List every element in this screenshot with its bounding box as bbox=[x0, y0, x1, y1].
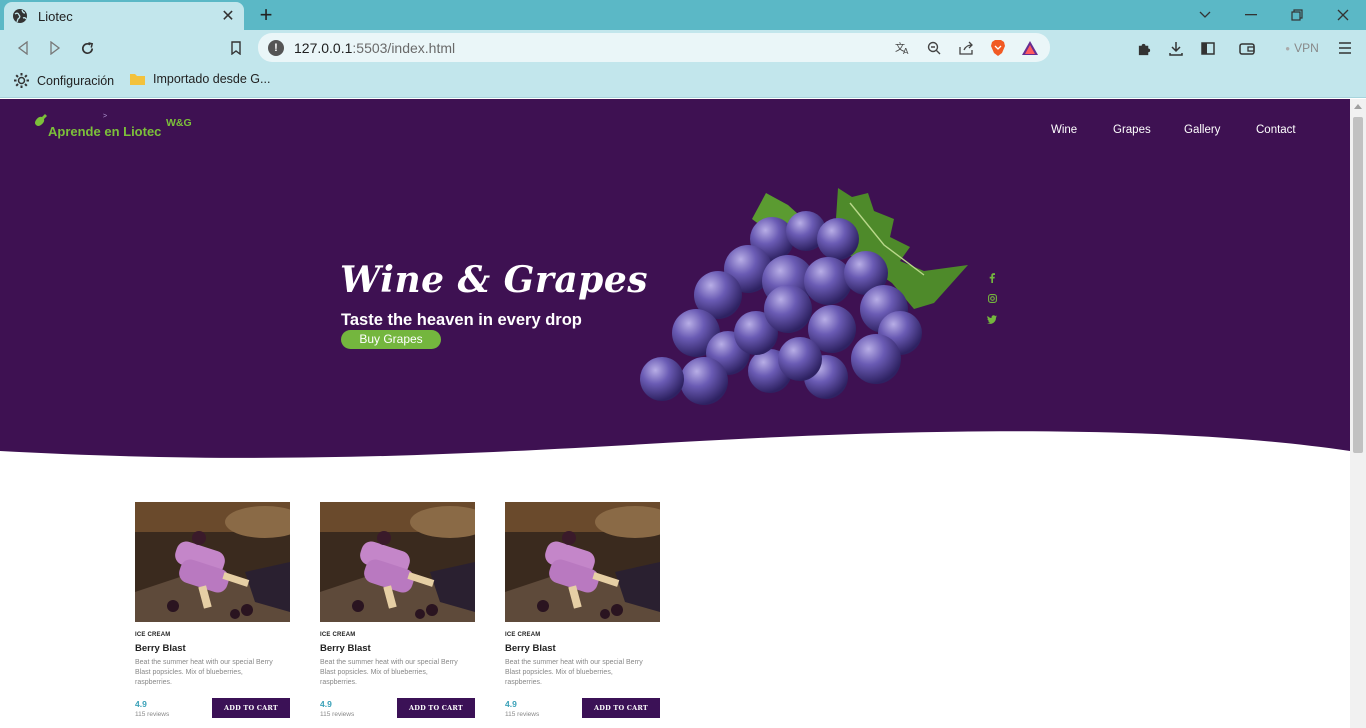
vpn-label: VPN bbox=[1294, 41, 1319, 55]
instagram-icon[interactable] bbox=[986, 292, 998, 305]
reload-icon[interactable] bbox=[76, 37, 98, 59]
social-links bbox=[986, 271, 998, 326]
svg-text:A: A bbox=[903, 47, 909, 55]
add-to-cart-button[interactable]: ADD TO CART bbox=[397, 698, 475, 718]
product-description: Beat the summer heat with our special Be… bbox=[320, 659, 458, 686]
add-to-cart-button[interactable]: ADD TO CART bbox=[212, 698, 290, 718]
page-viewport: > Aprende en Liotec W&G Wine Grapes Gall… bbox=[0, 99, 1350, 728]
site-info-icon[interactable]: ! bbox=[268, 39, 284, 56]
product-name: Berry Blast bbox=[320, 643, 371, 654]
add-to-cart-button[interactable]: ADD TO CART bbox=[582, 698, 660, 718]
product-category: ICE CREAM bbox=[505, 632, 541, 638]
url-host: 127.0.0.1 bbox=[294, 39, 353, 56]
forward-icon[interactable] bbox=[44, 37, 66, 59]
bookmark-importado[interactable]: Importado desde G... bbox=[129, 72, 270, 86]
extensions-icon[interactable] bbox=[1133, 37, 1155, 59]
product-reviews: 115 reviews bbox=[505, 711, 540, 718]
product-rating: 4.9 bbox=[505, 699, 517, 709]
brave-rewards-icon[interactable] bbox=[1020, 38, 1040, 58]
logo-caret: > bbox=[103, 113, 108, 120]
bookmark-icon[interactable] bbox=[225, 37, 247, 59]
tab-title: Liotec bbox=[38, 8, 73, 24]
vpn-button[interactable]: ● VPN bbox=[1282, 37, 1322, 59]
bookmark-configuracion[interactable]: Configuración bbox=[13, 72, 114, 89]
tab-close-icon[interactable]: ✕ bbox=[220, 6, 236, 26]
hero-subtitle: Taste the heaven in every drop bbox=[341, 311, 582, 329]
scroll-up-icon[interactable] bbox=[1354, 104, 1362, 109]
translate-icon[interactable]: 文A bbox=[892, 38, 912, 58]
logo-text: Aprende en Liotec bbox=[48, 124, 162, 139]
minimize-icon[interactable] bbox=[1228, 0, 1274, 30]
tab-search-chevron-icon[interactable] bbox=[1182, 0, 1228, 30]
product-description: Beat the summer heat with our special Be… bbox=[505, 659, 643, 686]
product-image bbox=[505, 502, 660, 622]
brave-shield-icon[interactable] bbox=[988, 38, 1008, 58]
grapes-image bbox=[640, 188, 968, 405]
downloads-icon[interactable] bbox=[1165, 37, 1187, 59]
globe-icon bbox=[13, 9, 27, 23]
product-reviews: 115 reviews bbox=[135, 711, 170, 718]
site-logo[interactable]: > Aprende en Liotec W&G bbox=[34, 113, 214, 143]
url-path: :5503/index.html bbox=[352, 39, 456, 56]
product-image bbox=[320, 502, 475, 622]
twitter-icon[interactable] bbox=[986, 313, 998, 326]
nav-grapes[interactable]: Grapes bbox=[1113, 124, 1151, 136]
zoom-out-icon[interactable] bbox=[924, 38, 944, 58]
bookmark-label: Configuración bbox=[37, 73, 115, 88]
product-name: Berry Blast bbox=[135, 643, 186, 654]
address-bar[interactable]: ! 127.0.0.1:5503/index.html 文A bbox=[258, 33, 1050, 62]
product-card: ICE CREAM Berry Blast Beat the summer he… bbox=[320, 502, 475, 718]
product-reviews: 115 reviews bbox=[320, 711, 355, 718]
hero-title: Wine & Grapes bbox=[340, 259, 648, 301]
browser-toolbar: ! 127.0.0.1:5503/index.html 文A ● VPN bbox=[0, 30, 1366, 66]
product-card: ICE CREAM Berry Blast Beat the summer he… bbox=[505, 502, 660, 718]
nav-wine[interactable]: Wine bbox=[1051, 124, 1077, 136]
menu-icon[interactable] bbox=[1334, 37, 1356, 59]
logo-superscript: W&G bbox=[166, 117, 192, 129]
new-tab-button[interactable]: + bbox=[256, 3, 276, 27]
folder-icon bbox=[129, 72, 146, 86]
bookmarks-bar: Configuración Importado desde G... bbox=[0, 66, 1366, 98]
product-image bbox=[135, 502, 290, 622]
bookmark-label: Importado desde G... bbox=[153, 72, 271, 86]
product-rating: 4.9 bbox=[135, 699, 147, 709]
product-rating: 4.9 bbox=[320, 699, 332, 709]
product-description: Beat the summer heat with our special Be… bbox=[135, 659, 273, 686]
bottle-icon bbox=[35, 114, 47, 126]
facebook-icon[interactable] bbox=[986, 271, 998, 284]
wallet-icon[interactable] bbox=[1236, 37, 1258, 59]
product-name: Berry Blast bbox=[505, 643, 556, 654]
nav-contact[interactable]: Contact bbox=[1256, 124, 1296, 136]
product-category: ICE CREAM bbox=[320, 632, 356, 638]
browser-tab[interactable]: Liotec ✕ bbox=[4, 2, 244, 30]
restore-icon[interactable] bbox=[1274, 0, 1320, 30]
product-card: ICE CREAM Berry Blast Beat the summer he… bbox=[135, 502, 290, 718]
nav-gallery[interactable]: Gallery bbox=[1184, 124, 1220, 136]
close-window-icon[interactable] bbox=[1320, 0, 1366, 30]
buy-grapes-button[interactable]: Buy Grapes bbox=[341, 330, 441, 349]
hero-section: > Aprende en Liotec W&G Wine Grapes Gall… bbox=[0, 99, 1350, 469]
gear-icon bbox=[13, 72, 30, 89]
back-icon[interactable] bbox=[12, 37, 34, 59]
browser-tab-bar: Liotec ✕ + bbox=[0, 0, 1366, 30]
sidebar-icon[interactable] bbox=[1197, 37, 1219, 59]
product-category: ICE CREAM bbox=[135, 632, 171, 638]
scrollbar-thumb[interactable] bbox=[1353, 117, 1363, 453]
share-icon[interactable] bbox=[956, 38, 976, 58]
page-scrollbar[interactable] bbox=[1350, 99, 1366, 728]
